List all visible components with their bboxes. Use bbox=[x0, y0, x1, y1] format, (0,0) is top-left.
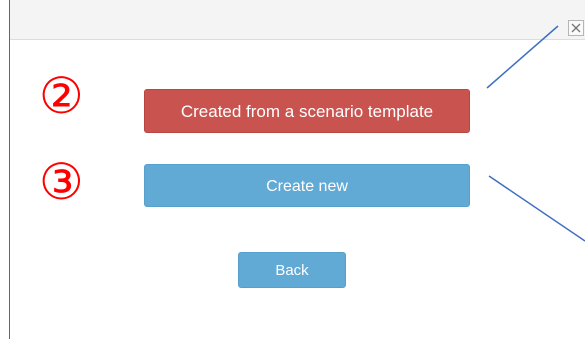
dialog-header bbox=[10, 0, 585, 40]
close-icon[interactable] bbox=[568, 20, 584, 36]
step-marker-3: ③ bbox=[39, 153, 84, 211]
step-marker-2: ② bbox=[39, 67, 84, 125]
back-button[interactable]: Back bbox=[238, 252, 346, 288]
create-new-button[interactable]: Create new bbox=[144, 164, 470, 207]
screen: ② ③ Created from a scenario template Cre… bbox=[0, 0, 585, 339]
close-x-glyph bbox=[571, 23, 581, 33]
scenario-template-button[interactable]: Created from a scenario template bbox=[144, 89, 470, 133]
